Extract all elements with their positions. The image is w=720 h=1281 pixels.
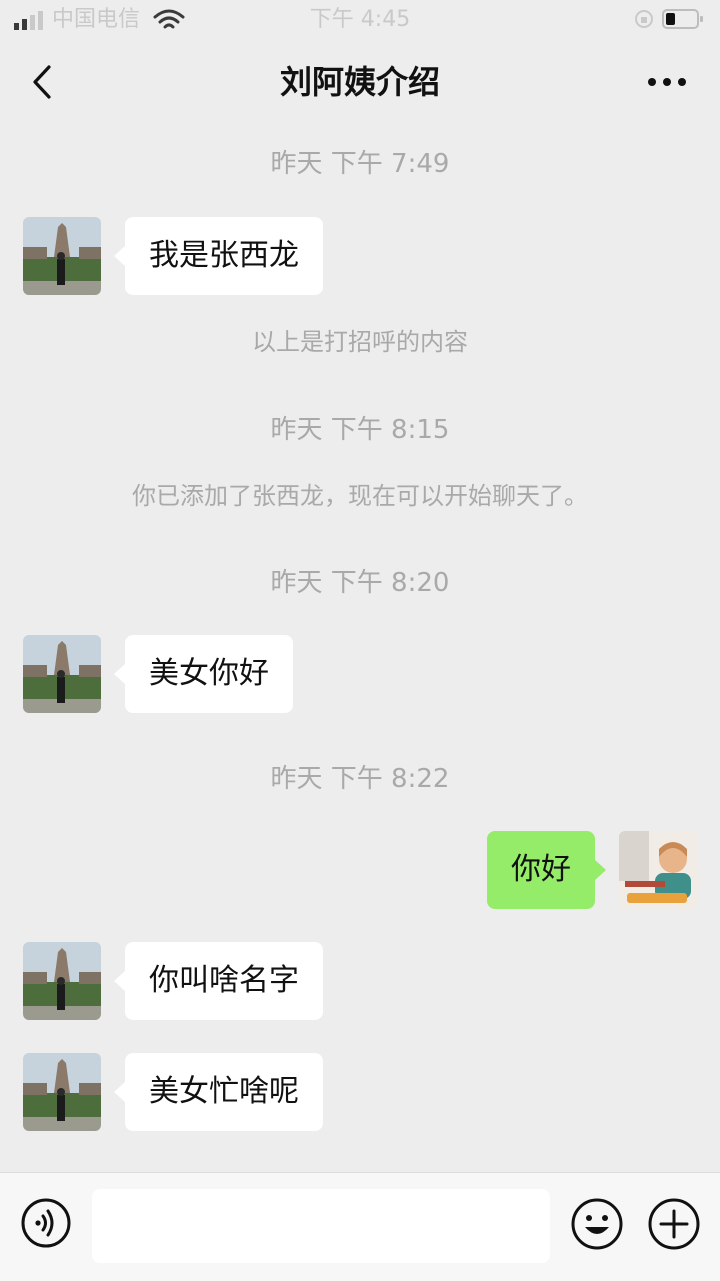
- contact-avatar[interactable]: [23, 1053, 101, 1131]
- nav-bar: 刘阿姨介绍: [0, 40, 720, 124]
- contact-avatar[interactable]: [23, 942, 101, 1020]
- message-timestamp: 昨天 下午 8:20: [270, 568, 450, 598]
- message-timestamp: 昨天 下午 8:22: [270, 764, 450, 794]
- system-notice: 以上是打招呼的内容: [252, 328, 468, 356]
- message-bubble-incoming[interactable]: 美女忙啥呢: [114, 1053, 323, 1131]
- status-bar: 中国电信 下午 4:45: [0, 0, 720, 40]
- system-notice: 你已添加了张西龙，现在可以开始聊天了。: [132, 482, 588, 510]
- carrier-label: 中国电信: [52, 7, 141, 32]
- avatar-photo: [23, 1053, 101, 1131]
- emoji-icon[interactable]: [570, 1197, 624, 1251]
- voice-icon[interactable]: [20, 1197, 72, 1249]
- message-bubble-incoming[interactable]: 我是张西龙: [114, 217, 323, 295]
- message-bubble-incoming[interactable]: 你叫啥名字: [114, 942, 323, 1020]
- back-button[interactable]: [18, 58, 66, 106]
- avatar-photo: [23, 635, 101, 713]
- avatar-photo: [23, 942, 101, 1020]
- plus-icon[interactable]: [647, 1197, 701, 1251]
- message-text: 美女你好: [149, 656, 269, 691]
- message-text: 你叫啥名字: [149, 963, 299, 998]
- message-text: 我是张西龙: [149, 238, 299, 273]
- message-text: 美女忙啥呢: [149, 1074, 299, 1109]
- chevron-left-icon: [33, 65, 51, 99]
- contact-avatar[interactable]: [23, 217, 101, 295]
- more-button[interactable]: [642, 60, 692, 104]
- status-time: 下午 4:45: [309, 7, 411, 32]
- battery-icon: [662, 9, 703, 29]
- signal-icon: [14, 11, 43, 30]
- message-timestamp: 昨天 下午 8:15: [270, 415, 450, 445]
- message-timestamp: 昨天 下午 7:49: [270, 149, 450, 179]
- orientation-lock-icon: [635, 10, 653, 28]
- message-input[interactable]: [92, 1189, 550, 1263]
- message-text: 你好: [511, 852, 571, 887]
- avatar-photo: [23, 217, 101, 295]
- avatar-photo: [619, 831, 697, 909]
- my-avatar[interactable]: [619, 831, 697, 909]
- wifi-icon: [153, 9, 185, 29]
- more-dots-icon: [648, 78, 686, 86]
- input-bar: [0, 1172, 720, 1281]
- contact-avatar[interactable]: [23, 635, 101, 713]
- message-bubble-outgoing[interactable]: 你好: [487, 831, 606, 909]
- message-bubble-incoming[interactable]: 美女你好: [114, 635, 293, 713]
- chat-title: 刘阿姨介绍: [279, 63, 440, 101]
